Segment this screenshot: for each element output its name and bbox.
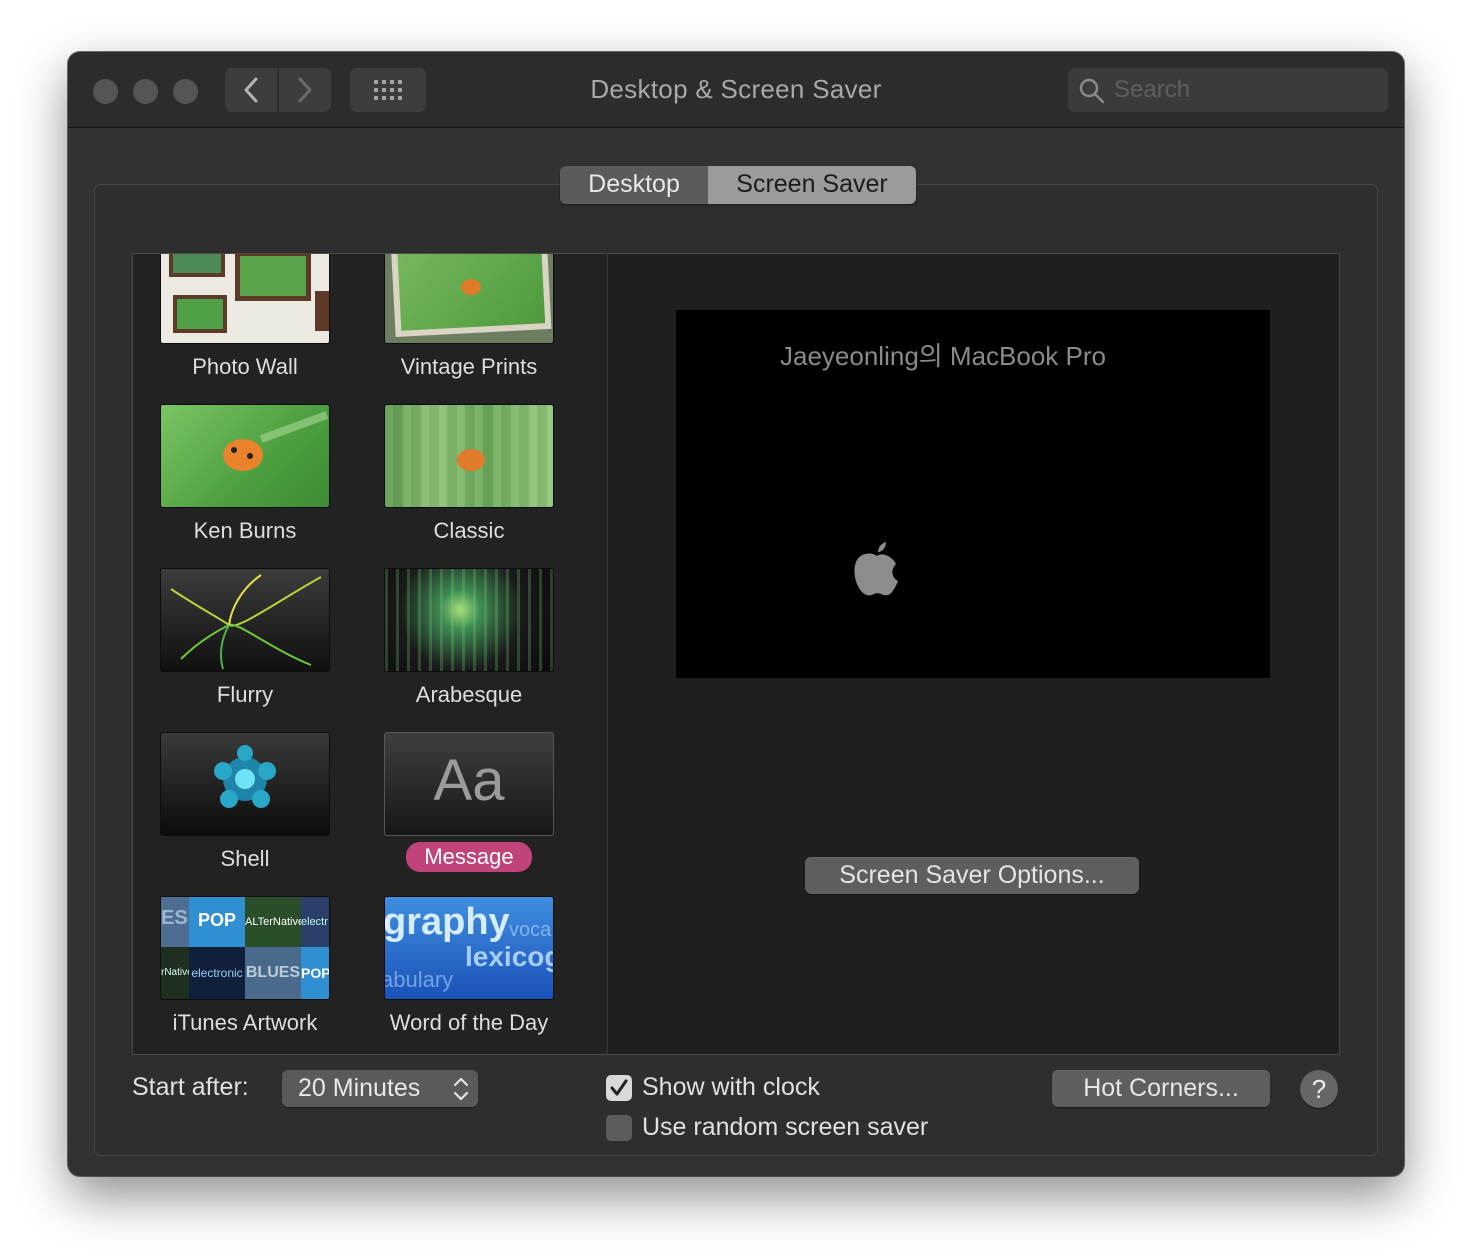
- selected-label-pill: Message: [406, 842, 532, 872]
- screen-saver-list[interactable]: Photo Wall Vintage Prints Ken Burns Clas…: [132, 253, 608, 1055]
- word-third-text: abulary: [384, 967, 454, 992]
- tab-segmented-control: Desktop Screen Saver: [560, 166, 916, 204]
- screen-saver-options-button[interactable]: Screen Saver Options...: [805, 857, 1139, 894]
- checkmark-icon: [610, 1079, 628, 1096]
- itunes-tile-pop-2: POP: [301, 947, 329, 999]
- saver-label: Arabesque: [415, 682, 523, 707]
- saver-label: Word of the Day: [389, 1010, 549, 1035]
- search-field[interactable]: Search: [1068, 68, 1388, 112]
- help-button[interactable]: ?: [1300, 1070, 1338, 1108]
- saver-label: Vintage Prints: [400, 354, 538, 379]
- screen-saver-preview: Jaeyeonling의 MacBook Pro: [676, 310, 1270, 678]
- itunes-artwork-thumbnail: ES POP ALTerNative electr rNative electr…: [160, 896, 330, 1000]
- apple-logo-icon: [854, 542, 898, 596]
- saver-label: Photo Wall: [192, 354, 298, 379]
- saver-label-selected: Message: [357, 842, 581, 872]
- vintage-prints-thumbnail: [384, 254, 554, 344]
- itunes-tile-blues: BLUES: [245, 947, 301, 999]
- show-with-clock-checkbox[interactable]: [606, 1075, 632, 1101]
- preview-panel: Jaeyeonling의 MacBook Pro Screen Saver Op…: [607, 253, 1340, 1055]
- classic-thumbnail: [384, 404, 554, 508]
- search-icon: [1079, 78, 1105, 104]
- start-after-value: 20 Minutes: [298, 1074, 421, 1102]
- use-random-checkbox[interactable]: [606, 1115, 632, 1141]
- itunes-tile-native: rNative: [161, 947, 189, 999]
- system-preferences-window: Desktop & Screen Saver Search Desktop Sc…: [68, 52, 1404, 1176]
- start-after-label: Start after:: [132, 1073, 249, 1101]
- tab-desktop[interactable]: Desktop: [560, 166, 708, 204]
- photo-wall-thumbnail: [160, 254, 330, 344]
- ken-burns-thumbnail: [160, 404, 330, 508]
- word-second-text: lexicog: [465, 941, 554, 972]
- show-with-clock-label[interactable]: Show with clock: [642, 1073, 820, 1102]
- preview-message-text: Jaeyeonling의 MacBook Pro: [780, 341, 1106, 371]
- itunes-tile-electronic: electronic: [189, 947, 245, 999]
- hot-corners-button[interactable]: Hot Corners...: [1052, 1070, 1270, 1107]
- saver-label: Flurry: [216, 682, 274, 707]
- saver-label: iTunes Artwork: [172, 1010, 318, 1035]
- saver-label: Ken Burns: [193, 518, 297, 543]
- itunes-tile-electr: electr: [301, 897, 329, 947]
- use-random-label[interactable]: Use random screen saver: [642, 1113, 928, 1142]
- tab-screen-saver[interactable]: Screen Saver: [708, 166, 916, 204]
- search-placeholder: Search: [1114, 76, 1191, 103]
- shell-thumbnail: [160, 732, 330, 836]
- arabesque-thumbnail: [384, 568, 554, 672]
- title-bar: Desktop & Screen Saver Search: [68, 52, 1404, 128]
- word-small-text: voca: [509, 919, 552, 941]
- start-after-select[interactable]: 20 Minutes: [282, 1070, 478, 1107]
- message-thumbnail: Aa: [384, 732, 554, 836]
- message-glyph: Aa: [433, 748, 505, 813]
- chevron-updown-icon: [453, 1077, 469, 1101]
- saver-label: Shell: [220, 846, 270, 871]
- saver-label: Classic: [433, 518, 505, 543]
- word-of-the-day-thumbnail: graphy voca lexicog abulary: [384, 896, 554, 1000]
- flurry-thumbnail: [160, 568, 330, 672]
- itunes-tile-pop: POP: [189, 897, 245, 947]
- itunes-tile-alternative: ALTerNative: [245, 897, 304, 947]
- word-main-text: graphy: [384, 901, 510, 943]
